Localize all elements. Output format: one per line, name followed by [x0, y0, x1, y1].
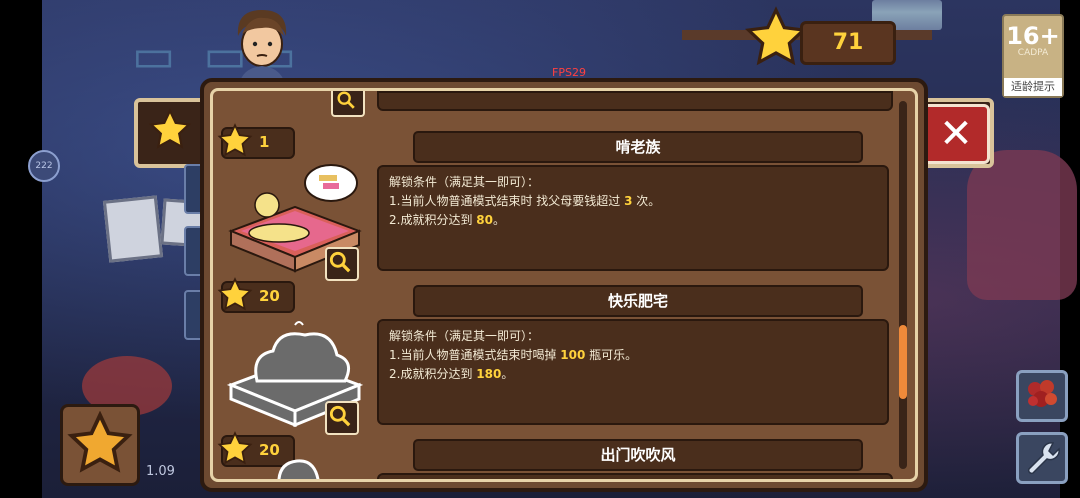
star-icon — [148, 108, 192, 149]
star-icon — [744, 6, 808, 66]
star-icon — [217, 123, 253, 157]
star-icon — [217, 431, 253, 465]
magnifier-button[interactable] — [331, 91, 365, 117]
conditions-heading: 解锁条件（满足其一即可）： — [389, 175, 540, 189]
side-indicator[interactable]: 222 — [28, 150, 60, 182]
achievement-entry: 1 啃老族 解锁条件（满足其一即可）： 1.当前人物普通模式结束时 找父母要钱超… — [213, 121, 893, 281]
cost-tag: 20 — [217, 277, 295, 313]
achievement-title: 快乐肥宅 — [413, 285, 863, 317]
cost-tag: 1 — [217, 123, 295, 159]
age-rating-badge: 16+ CADPA 适龄提示 — [1002, 14, 1064, 98]
magnifier-icon — [329, 251, 351, 273]
letterbox-left — [0, 0, 42, 498]
next-entry-box — [377, 473, 893, 479]
condition-line-1: 1.当前人物普通模式结束时喝掉 100 瓶可乐。 — [389, 348, 638, 362]
scrollbar-thumb[interactable] — [899, 325, 907, 399]
age-rating-label: 适龄提示 — [1004, 78, 1062, 96]
settings-button[interactable] — [1016, 432, 1068, 484]
previous-entry-box — [377, 91, 893, 111]
achievement-list[interactable]: 1 啃老族 解锁条件（满足其一即可）： 1.当前人物普通模式结束时 找父母要钱超… — [210, 88, 918, 482]
unlock-conditions: 解锁条件（满足其一即可）： 1.当前人物普通模式结束时喝掉 100 瓶可乐。 2… — [377, 319, 889, 425]
star-score: 71 — [800, 21, 896, 65]
star-icon — [67, 411, 133, 473]
achievement-title: 啃老族 — [413, 131, 863, 163]
unlock-conditions: 解锁条件（满足其一即可）： 1.当前人物普通模式结束时 找父母要钱超过 3 次。… — [377, 165, 889, 271]
star-icon — [217, 277, 253, 311]
close-icon: ✕ — [939, 111, 973, 157]
locked-illustration — [277, 459, 320, 479]
backpack — [967, 150, 1077, 300]
condition-line-1: 1.当前人物普通模式结束时 找父母要钱超过 3 次。 — [389, 194, 661, 208]
scrollbar[interactable] — [899, 101, 907, 469]
conditions-heading: 解锁条件（满足其一即可）： — [389, 329, 540, 343]
cost-value: 20 — [259, 287, 280, 305]
condition-line-2: 2.成就积分达到 180。 — [389, 367, 514, 381]
achievement-panel: 1 啃老族 解锁条件（满足其一即可）： 1.当前人物普通模式结束时 找父母要钱超… — [200, 78, 928, 492]
magnifier-icon — [337, 91, 355, 109]
condition-line-2: 2.成就积分达到 80。 — [389, 213, 505, 227]
achievement-title: 出门吹吹风 — [413, 439, 863, 471]
magnifier-icon — [329, 405, 351, 427]
wrench-icon — [1027, 442, 1060, 475]
wall-poster — [102, 195, 164, 263]
version-label: 1.09 — [146, 464, 175, 479]
close-button[interactable]: ✕ — [922, 104, 990, 164]
cost-value: 1 — [259, 133, 270, 151]
achievement-entry: 20 快乐肥宅 解锁条件（满足其一即可）： 1.当前人物普通模式结束时喝掉 10… — [213, 275, 893, 435]
bouquet-icon — [1028, 380, 1057, 407]
achievements-button[interactable] — [60, 404, 140, 486]
achievement-entry: 20 出门吹吹风 — [213, 429, 893, 479]
age-rating-number: 16+ — [1006, 22, 1060, 50]
gift-button[interactable] — [1016, 370, 1068, 422]
